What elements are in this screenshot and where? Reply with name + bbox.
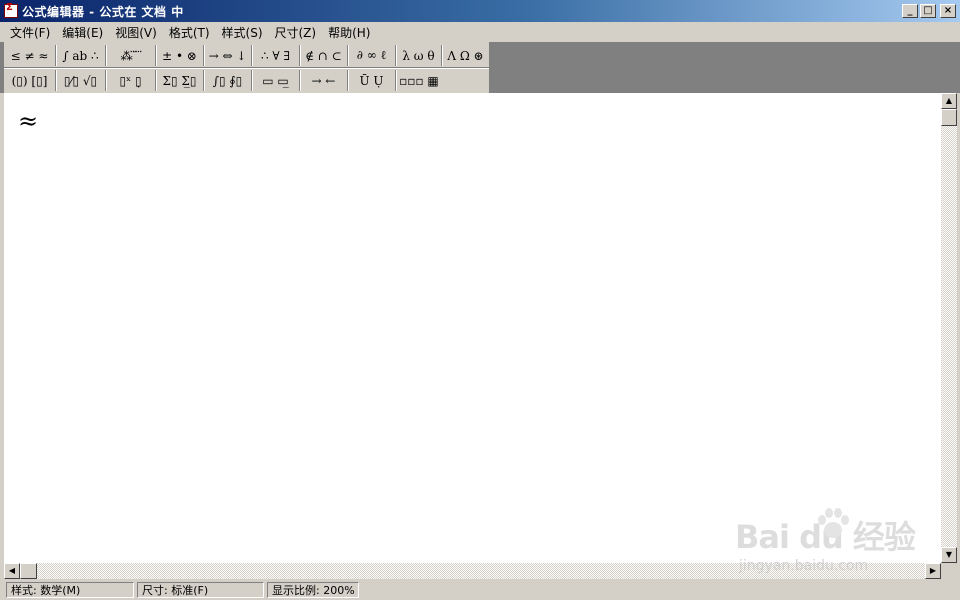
scroll-up-button[interactable]: ▲ <box>941 93 957 109</box>
scroll-left-button[interactable]: ◀ <box>4 563 20 579</box>
miscellaneous-symbols-icon[interactable]: ∂ ∞ ℓ <box>348 45 396 66</box>
arrow-symbols-icon[interactable]: → ⇔ ↓ <box>204 45 252 66</box>
scroll-down-button[interactable]: ▼ <box>941 547 957 563</box>
embellishments-icon[interactable]: ⁂ ⃛ ⃜ <box>106 45 156 66</box>
vertical-scrollbar[interactable]: ▲ ▼ <box>941 93 957 563</box>
menu-file[interactable]: 文件(F) <box>4 24 56 41</box>
menu-edit[interactable]: 编辑(E) <box>56 24 109 41</box>
window-controls: _ □ × <box>902 4 956 18</box>
menu-format[interactable]: 格式(T) <box>163 24 216 41</box>
status-style: 样式: 数学(M) <box>6 581 134 598</box>
menu-size[interactable]: 尺寸(Z) <box>269 24 323 41</box>
equation-toolbar: ≤ ≠ ≈ ∫ ab ∴ ⁂ ⃛ ⃜ ± • ⊗ → ⇔ ↓ ∴ ∀ ∃ ∉ ∩… <box>0 42 960 93</box>
minimize-button[interactable]: _ <box>902 4 918 18</box>
matrix-templates-icon[interactable]: ▫▫▫ ▦ <box>396 70 442 91</box>
status-size: 尺寸: 标准(F) <box>137 581 264 598</box>
window-title: 公式编辑器 - 公式在 文档 中 <box>22 4 184 19</box>
underbar-overbar-templates-icon[interactable]: ▭ ▭̲ <box>252 70 300 91</box>
products-set-theory-templates-icon[interactable]: Ū Ụ <box>348 70 396 91</box>
title-bar: 公式编辑器 - 公式在 文档 中 _ □ × <box>0 0 960 22</box>
horizontal-scrollbar[interactable]: ◀ ▶ <box>4 563 941 579</box>
maximize-button[interactable]: □ <box>920 4 936 18</box>
toolbar-palette-panel: ≤ ≠ ≈ ∫ ab ∴ ⁂ ⃛ ⃜ ± • ⊗ → ⇔ ↓ ∴ ∀ ∃ ∉ ∩… <box>4 42 489 93</box>
symbol-palette-row: ≤ ≠ ≈ ∫ ab ∴ ⁂ ⃛ ⃜ ± • ⊗ → ⇔ ↓ ∴ ∀ ∃ ∉ ∩… <box>4 44 489 67</box>
horizontal-scroll-thumb[interactable] <box>20 563 37 579</box>
status-zoom: 显示比例: 200% <box>267 581 359 598</box>
subscript-superscript-templates-icon[interactable]: ▯ˣ ▯̣ <box>106 70 156 91</box>
set-theory-symbols-icon[interactable]: ∉ ∩ ⊂ <box>300 45 348 66</box>
greek-uppercase-icon[interactable]: Λ Ω ⊛ <box>442 45 489 66</box>
menu-help[interactable]: 帮助(H) <box>322 24 376 41</box>
scrollbar-corner <box>941 563 957 579</box>
spaces-ellipses-icon[interactable]: ∫ ab ∴ <box>56 45 106 66</box>
logical-symbols-icon[interactable]: ∴ ∀ ∃ <box>252 45 300 66</box>
operator-symbols-icon[interactable]: ± • ⊗ <box>156 45 204 66</box>
fraction-radical-templates-icon[interactable]: ▯⁄▯ √▯ <box>56 70 106 91</box>
vertical-scroll-thumb[interactable] <box>941 109 957 126</box>
equation-editor-app-icon[interactable] <box>4 2 18 18</box>
menu-view[interactable]: 视图(V) <box>109 24 163 41</box>
relational-symbols-icon[interactable]: ≤ ≠ ≈ <box>4 45 56 66</box>
menu-bar: 文件(F) 编辑(E) 视图(V) 格式(T) 样式(S) 尺寸(Z) 帮助(H… <box>0 22 960 42</box>
greek-lowercase-icon[interactable]: λ ω θ <box>396 45 442 66</box>
formula-content[interactable]: ≈ <box>18 107 38 135</box>
summation-templates-icon[interactable]: Σ▯ Σ̲▯ <box>156 70 204 91</box>
template-palette-row: (▯) [▯] ▯⁄▯ √▯ ▯ˣ ▯̣ Σ▯ Σ̲▯ ∫▯ ∮▯ ▭ ▭̲ →… <box>4 69 442 92</box>
close-button[interactable]: × <box>940 4 956 18</box>
fence-templates-icon[interactable]: (▯) [▯] <box>4 70 56 91</box>
integral-templates-icon[interactable]: ∫▯ ∮▯ <box>204 70 252 91</box>
labeled-arrow-templates-icon[interactable]: → ← <box>300 70 348 91</box>
equation-editing-area[interactable]: ≈ <box>4 93 941 563</box>
status-bar: 样式: 数学(M) 尺寸: 标准(F) 显示比例: 200% <box>0 579 960 600</box>
menu-style[interactable]: 样式(S) <box>216 24 269 41</box>
scroll-right-button[interactable]: ▶ <box>925 563 941 579</box>
